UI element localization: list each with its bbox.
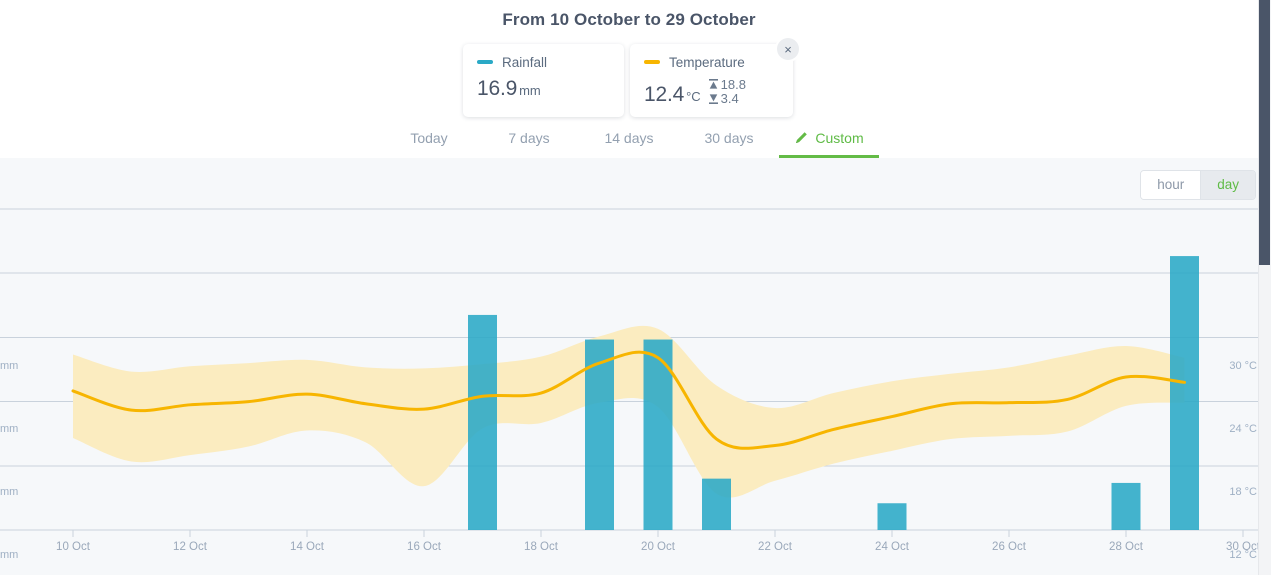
x-tick-label: 10 Oct [56, 541, 90, 553]
x-tick-label: 24 Oct [875, 541, 909, 553]
temperature-legend-dash-icon [644, 60, 660, 64]
rainfall-bar [702, 478, 731, 530]
header: From 10 October to 29 October Rainfall 1… [0, 0, 1271, 158]
rainfall-legend-dash-icon [477, 60, 493, 64]
tab-today-label: Today [410, 130, 448, 146]
x-tick-label: 14 Oct [290, 541, 324, 553]
temperature-min-row: 3.4 [708, 91, 746, 106]
toggle-hour-button[interactable]: hour [1141, 171, 1201, 199]
temperature-card-value-row: 12.4 °C 18.8 3.4 [644, 78, 779, 106]
x-tick-label: 26 Oct [992, 541, 1026, 553]
tab-custom[interactable]: Custom [779, 126, 879, 158]
rainfall-bar [1111, 482, 1141, 530]
page-scrollbar-thumb[interactable] [1259, 0, 1270, 265]
temperature-unit: °C [686, 89, 701, 104]
rainfall-card-header: Rainfall [477, 54, 610, 70]
rainfall-bar [877, 503, 907, 530]
chart-area: hour day mm mm mm mm mm mm 30 °C 24 °C 1… [0, 158, 1271, 575]
temperature-minmax: 18.8 3.4 [708, 77, 746, 106]
max-arrow-icon [708, 79, 718, 90]
temperature-value-group: 12.4 °C [644, 84, 701, 106]
temperature-summary-card[interactable]: Temperature 12.4 °C 18.8 3.4 [630, 44, 793, 117]
rainfall-value: 16.9 [477, 77, 518, 100]
pencil-icon [794, 131, 808, 145]
granularity-toggle: hour day [1140, 170, 1256, 200]
rainfall-bar [468, 314, 497, 530]
tab-14-days[interactable]: 14 days [579, 126, 679, 158]
x-tick-label: 22 Oct [758, 541, 792, 553]
rainfall-summary-card[interactable]: Rainfall 16.9 mm [463, 44, 624, 117]
tab-custom-label: Custom [815, 130, 864, 146]
rainfall-value-group: 16.9 mm [477, 78, 541, 100]
x-tick-label: 20 Oct [641, 541, 675, 553]
tab-7-days-label: 7 days [508, 130, 550, 146]
page-scrollbar[interactable] [1258, 0, 1271, 575]
rainfall-unit: mm [519, 83, 541, 98]
page-title: From 10 October to 29 October [502, 10, 756, 29]
temperature-band [73, 325, 1185, 498]
tab-30-days-label: 30 days [704, 130, 754, 146]
toggle-day-button[interactable]: day [1200, 171, 1255, 199]
temperature-card-label: Temperature [669, 54, 745, 70]
x-tick-label: 30 Oct [1226, 541, 1260, 553]
tab-7-days[interactable]: 7 days [479, 126, 579, 158]
tab-14-days-label: 14 days [604, 130, 654, 146]
rainfall-card-label: Rainfall [502, 54, 548, 70]
x-tick-label: 16 Oct [407, 541, 441, 553]
min-arrow-icon [708, 93, 718, 104]
chart-svg [0, 208, 1258, 537]
temperature-max-value: 18.8 [720, 77, 746, 92]
temperature-value: 12.4 [644, 83, 685, 106]
temperature-card-header: Temperature [644, 54, 779, 70]
rainfall-bar [1170, 256, 1199, 530]
tab-30-days[interactable]: 30 days [679, 126, 779, 158]
x-tick-label: 12 Oct [173, 541, 207, 553]
rainfall-card-value-row: 16.9 mm [477, 78, 610, 100]
summary-cards: Rainfall 16.9 mm Temperature 12.4 °C 18.… [463, 44, 793, 117]
temperature-max-row: 18.8 [708, 77, 746, 92]
x-tick-label: 28 Oct [1109, 541, 1143, 553]
x-tick-label: 18 Oct [524, 541, 558, 553]
period-tabs: Today 7 days 14 days 30 days Custom [0, 126, 1258, 158]
weather-chart-page: From 10 October to 29 October Rainfall 1… [0, 0, 1271, 575]
chart-plot[interactable] [0, 158, 1271, 575]
x-ticks [72, 530, 1244, 537]
close-icon[interactable]: × [777, 38, 799, 60]
temperature-min-value: 3.4 [720, 91, 739, 106]
tab-today[interactable]: Today [379, 126, 479, 158]
